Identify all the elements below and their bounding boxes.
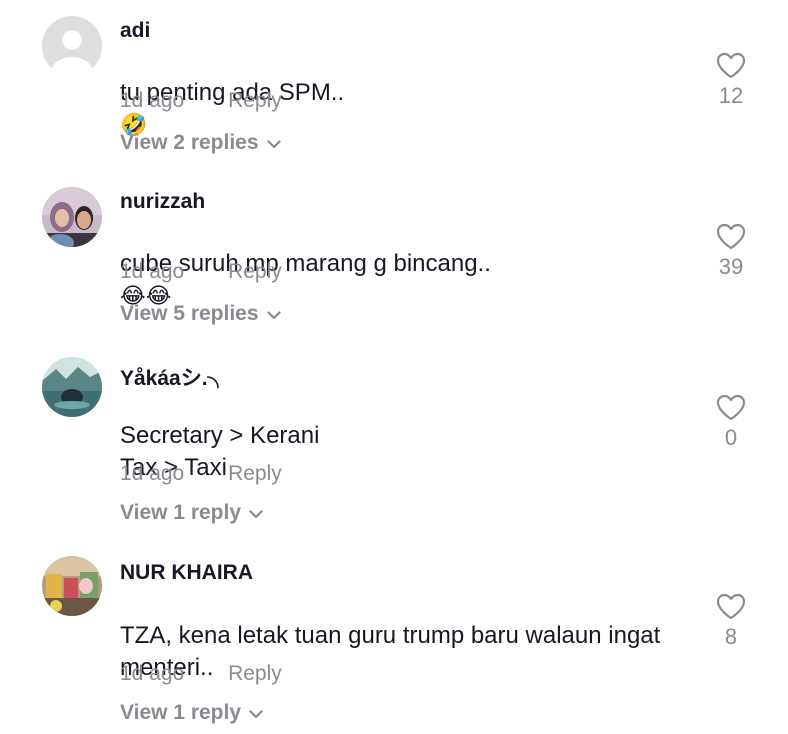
comment-meta: 1d ago Reply bbox=[120, 662, 282, 686]
view-replies-button[interactable]: View 1 reply bbox=[120, 701, 263, 725]
comment-item: NUR KHAIRA TZA, kena letak tuan guru tru… bbox=[0, 0, 788, 734]
like-count: 8 bbox=[724, 624, 738, 649]
reply-button[interactable]: Reply bbox=[228, 662, 282, 685]
comment-time: 1d ago bbox=[120, 662, 185, 685]
chevron-down-icon bbox=[249, 701, 263, 725]
view-replies-label: View 1 reply bbox=[120, 701, 242, 724]
comment-username[interactable]: NUR KHAIRA bbox=[120, 561, 253, 585]
avatar[interactable] bbox=[42, 556, 102, 616]
heart-outline-icon bbox=[716, 593, 746, 620]
like-button[interactable]: 8 bbox=[705, 593, 757, 650]
photo-avatar-icon bbox=[42, 556, 102, 616]
